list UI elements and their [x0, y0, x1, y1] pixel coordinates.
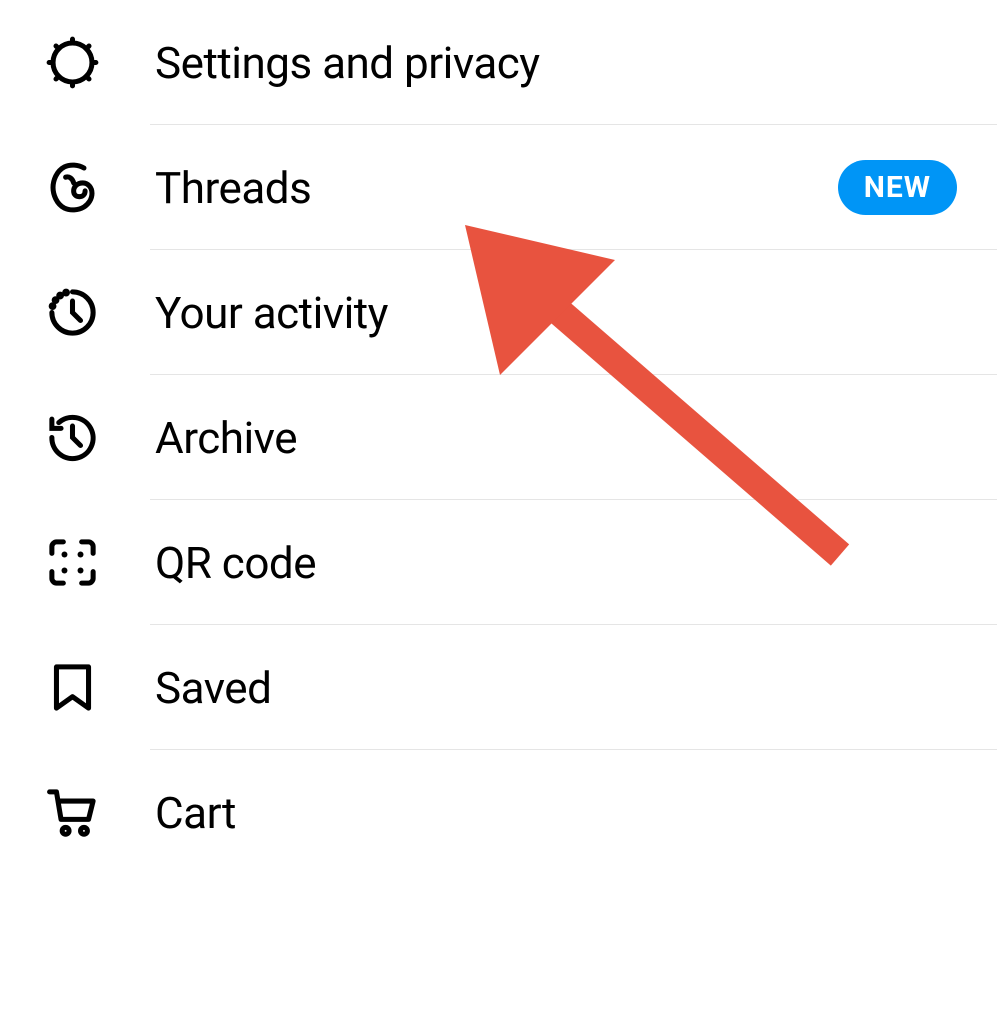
menu-item-label: QR code: [155, 537, 957, 589]
menu-item-label: Saved: [155, 662, 957, 714]
activity-icon: [45, 285, 100, 340]
qrcode-icon: [45, 535, 100, 590]
archive-icon: [45, 410, 100, 465]
new-badge: NEW: [838, 160, 957, 215]
cart-icon: [45, 785, 100, 840]
menu-item-label: Archive: [155, 412, 957, 464]
menu-item-cart[interactable]: Cart: [0, 750, 997, 875]
menu-item-threads[interactable]: Threads NEW: [0, 125, 997, 250]
menu-item-saved[interactable]: Saved: [0, 625, 997, 750]
menu-item-archive[interactable]: Archive: [0, 375, 997, 500]
menu-item-label: Threads: [155, 162, 838, 214]
menu-item-label: Settings and privacy: [155, 37, 957, 89]
settings-menu: Settings and privacy Threads NEW Your ac…: [0, 0, 997, 875]
menu-item-label: Your activity: [155, 287, 957, 339]
menu-item-activity[interactable]: Your activity: [0, 250, 997, 375]
menu-item-settings[interactable]: Settings and privacy: [0, 0, 997, 125]
menu-item-qrcode[interactable]: QR code: [0, 500, 997, 625]
threads-icon: [45, 160, 100, 215]
bookmark-icon: [45, 660, 100, 715]
menu-item-label: Cart: [155, 787, 957, 839]
gear-icon: [45, 35, 100, 90]
